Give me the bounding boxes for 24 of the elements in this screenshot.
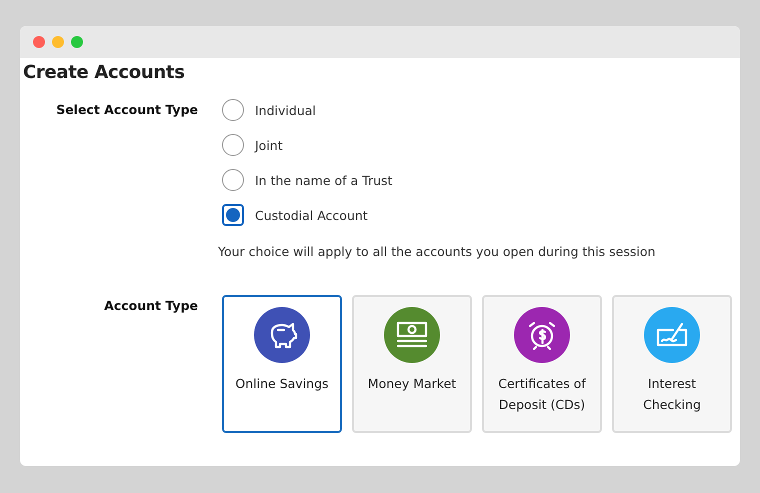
account-type-card[interactable]: Online Savings xyxy=(222,295,342,433)
alarm-clock-dollar-icon xyxy=(526,319,558,351)
option-label: Joint xyxy=(255,138,283,152)
option-label: Individual xyxy=(255,102,316,118)
radio-button[interactable] xyxy=(222,134,244,156)
radio-button[interactable] xyxy=(222,204,244,226)
zoom-button[interactable] xyxy=(71,36,83,48)
account-type-card[interactable]: Certificates of Deposit (CDs) xyxy=(482,295,602,433)
cash-icon xyxy=(395,320,429,350)
hint-text: Your choice will apply to all the accounts you open during this session xyxy=(218,244,656,259)
account-type-card[interactable]: Money Market xyxy=(352,295,472,433)
radio-option[interactable]: In the name of a Trust xyxy=(222,169,392,191)
radio-option[interactable]: Custodial Account xyxy=(222,204,368,226)
radio-option[interactable]: Joint xyxy=(222,134,283,156)
field-label: Account Type xyxy=(103,297,198,315)
close-button[interactable] xyxy=(33,36,45,48)
page-title: Create Accounts xyxy=(23,62,186,83)
option-label: Custodial Account xyxy=(255,208,368,222)
radio-button[interactable] xyxy=(222,99,244,121)
option-label: In the name of a Trust xyxy=(255,172,392,188)
radio-option[interactable]: Individual xyxy=(222,99,316,121)
field-label: Select Account Type xyxy=(55,101,198,119)
account-type-card[interactable]: Interest Checking xyxy=(612,295,732,433)
radio-button[interactable] xyxy=(222,169,244,191)
